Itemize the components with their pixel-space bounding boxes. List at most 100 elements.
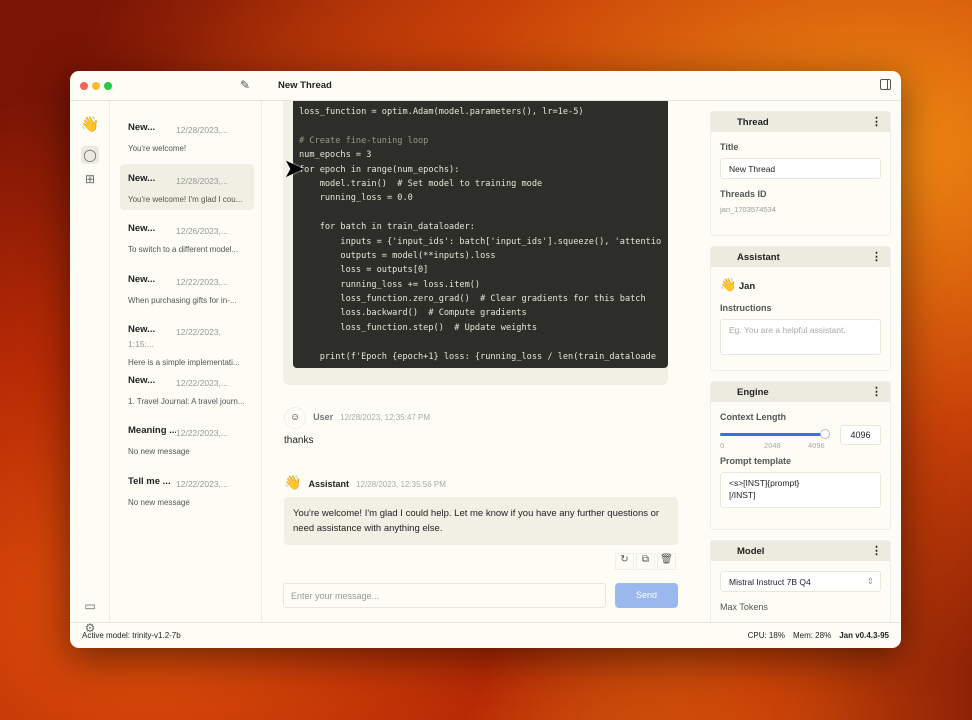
thread-item-preview: No new message [128, 447, 190, 456]
thread-item[interactable]: New... 12/22/2023, 1:15:... Here is a simp… [120, 315, 254, 367]
message-input[interactable] [283, 583, 606, 608]
code-block: loss_function = optim.Adam(model.paramet… [293, 101, 668, 368]
new-thread-icon[interactable]: ✎ [240, 78, 250, 92]
thread-item[interactable]: New... 12/28/2023,... You're welcome! I'm … [120, 163, 254, 210]
thread-item[interactable]: New... 12/26/2023,... To switch to a diffe… [120, 214, 254, 260]
chat-area: loss_function = optim.Adam(model.paramet… [262, 101, 700, 622]
thread-item-title: Tell me ... [128, 475, 171, 487]
app-version: Jan v0.4.3-95 [839, 631, 889, 640]
assistant-section: Assistant ⋮ 👋 Jan Instructions Eg. You ar… [710, 246, 891, 371]
code-line: loss.backward() # Compute gradients [299, 308, 527, 319]
thread-item-date: 12/22/2023,... [176, 377, 228, 388]
thread-item-date: 12/22/2023,... [176, 276, 228, 287]
slider-tick: 4096 [808, 441, 825, 450]
thread-item-preview: To switch to a different model... [128, 245, 239, 254]
send-button[interactable]: Send [615, 583, 678, 608]
message-text: You're welcome! I'm glad I could help. L… [284, 497, 678, 545]
icon-rail: 👋 ◯ ⊞ ▭ ⚙ [70, 101, 110, 635]
slider-tick: 0 [720, 441, 725, 450]
regenerate-icon[interactable]: ↻ [615, 553, 634, 570]
prompt-template-label: Prompt template [720, 456, 792, 466]
code-line: inputs = {'input_ids': batch['input_ids'… [299, 236, 662, 247]
thread-item[interactable]: Meaning ...12/22/2023,... No new message [120, 416, 254, 462]
hub-grid-icon[interactable]: ⊞ [81, 170, 99, 188]
code-line: model.train() # Set model to training mo… [299, 178, 543, 189]
code-line: print(f'Epoch {epoch+1} loss: {running_l… [299, 351, 656, 362]
section-title: Assistant [737, 251, 780, 263]
assistant-message: 👋 Assistant 12/28/2023, 12:35:56 PM You'… [284, 474, 678, 545]
thread-section-header[interactable]: Thread ⋮ [711, 112, 890, 132]
more-options-icon[interactable]: ⋮ [871, 250, 882, 263]
section-title: Thread [737, 116, 769, 128]
chat-icon[interactable]: ◯ [81, 146, 99, 164]
section-title: Engine [737, 386, 769, 398]
title-bar: ✎ New Thread [70, 71, 901, 101]
prompt-template-textarea[interactable]: <s>[INST]{prompt} [/INST] [720, 472, 881, 508]
code-line: loss = outputs[0] [299, 265, 429, 276]
engine-section-header[interactable]: Engine ⋮ [711, 382, 890, 402]
section-title: Model [737, 545, 765, 557]
code-line: loss_function.zero_grad() # Clear gradie… [299, 294, 646, 305]
thread-item[interactable]: Tell me ... 12/22/2023,... No new message [120, 467, 254, 513]
user-message: ☺ User 12/28/2023, 12:35:47 PM thanks [284, 407, 430, 446]
thread-item[interactable]: New... 12/22/2023,... When purchasing gift… [120, 265, 254, 311]
code-line: loss_function.step() # Update weights [299, 322, 537, 333]
system-monitor-icon[interactable]: ▭ [81, 597, 99, 615]
code-line: loss_function = optim.Adam(model.paramet… [299, 107, 584, 117]
thread-item-preview: When purchasing gifts for in-... [128, 295, 237, 305]
code-line: running_loss += loss.item() [299, 279, 481, 290]
model-select-value: Mistral Instruct 7B Q4 [729, 577, 811, 587]
settings-panel: Thread ⋮ Title New Thread Threads ID jan_… [708, 101, 893, 622]
title-input[interactable]: New Thread [720, 158, 881, 179]
assistant-code-message: loss_function = optim.Adam(model.paramet… [283, 101, 668, 385]
mem-usage: Mem: 28% [792, 631, 832, 640]
instructions-textarea[interactable]: Eg. You are a helpful assistant. [720, 319, 881, 355]
context-length-label: Context Length [720, 412, 786, 422]
more-options-icon[interactable]: ⋮ [871, 385, 882, 398]
thread-section: Thread ⋮ Title New Thread Threads ID jan_… [710, 111, 891, 236]
thread-item-preview: 1. Travel Journal: A travel journ... [128, 396, 245, 406]
max-tokens-label: Max Tokens [720, 602, 768, 612]
thread-item-date: 12/28/2023,... [176, 175, 228, 186]
thread-item[interactable]: New... 12/28/2023,... You're welcome! [120, 113, 254, 159]
context-length-input[interactable]: 4096 [840, 425, 881, 445]
thread-item-preview: You're welcome! [128, 144, 187, 153]
slider-handle[interactable] [820, 429, 830, 439]
jan-logo-icon: 👋 [80, 116, 100, 133]
thread-item-title: New... [128, 273, 156, 285]
toggle-panel-icon[interactable] [880, 79, 891, 90]
message-time: 12/28/2023, 12:35:47 PM [340, 413, 430, 422]
code-line: for epoch in range(num_epochs): [299, 164, 460, 175]
message-time: 12/28/2023, 12:35:56 PM [356, 480, 446, 489]
code-line: outputs = model(**inputs).loss [299, 250, 496, 261]
thread-id-value: jan_1703574534 [720, 205, 776, 214]
instructions-label: Instructions [720, 303, 772, 313]
more-options-icon[interactable]: ⋮ [871, 544, 882, 557]
context-length-slider[interactable] [720, 433, 825, 436]
delete-icon[interactable]: 🗑 [657, 553, 676, 570]
assistant-section-header[interactable]: Assistant ⋮ [711, 247, 890, 267]
mouse-cursor-icon: ➤ [283, 153, 305, 183]
thread-item-preview: No new message [128, 497, 190, 507]
model-section: Model ⋮ Mistral Instruct 7B Q4 ⇕ Max Token… [710, 540, 891, 622]
thread-item-date: 12/22/2023,... [176, 478, 228, 489]
assistant-avatar-icon: 👋 [720, 277, 737, 292]
model-select[interactable]: Mistral Instruct 7B Q4 ⇕ [720, 571, 881, 592]
status-bar: Active model: trinity-v1.2-7b CPU: 18% M… [70, 622, 901, 648]
model-section-header[interactable]: Model ⋮ [711, 541, 890, 561]
thread-item[interactable]: New... 12/22/2023,... 1. Travel Journal: A… [120, 366, 254, 412]
thread-item-title: New... [128, 374, 156, 386]
thread-list: New... 12/28/2023,... You're welcome! New..… [110, 101, 262, 622]
maximize-window-button[interactable] [104, 82, 112, 90]
copy-icon[interactable]: ⧉ [636, 553, 655, 570]
user-avatar-icon: ☺ [284, 407, 306, 429]
minimize-window-button[interactable] [92, 82, 100, 90]
close-window-button[interactable] [80, 82, 88, 90]
more-options-icon[interactable]: ⋮ [871, 115, 882, 128]
thread-item-date: 12/22/2023,... [176, 428, 228, 438]
thread-item-date: 12/28/2023,... [176, 125, 228, 135]
assistant-name: Jan [738, 281, 756, 292]
